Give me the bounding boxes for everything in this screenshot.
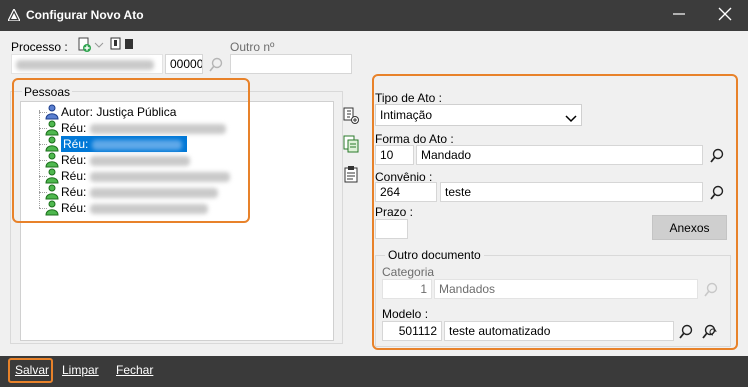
- limpar-button[interactable]: Limpar: [62, 363, 99, 377]
- search-icon[interactable]: [208, 57, 224, 76]
- outro-numero-label: Outro nº: [230, 40, 275, 54]
- processo-suffix-input[interactable]: 00000: [165, 54, 203, 74]
- highlight-pessoas: [12, 78, 250, 223]
- close-button[interactable]: [702, 0, 748, 31]
- clipboard-icon[interactable]: [342, 165, 360, 183]
- outro-numero-input[interactable]: [230, 54, 352, 74]
- processo-number-input[interactable]: [11, 54, 163, 74]
- fechar-button[interactable]: Fechar: [116, 363, 153, 377]
- highlight-salvar: [8, 358, 53, 383]
- main-panel: Processo : 00000 Outro nº Pessoas Autor:…: [0, 31, 748, 356]
- person-add-icon[interactable]: [342, 107, 360, 125]
- processo-label: Processo :: [11, 40, 68, 54]
- title-bar: Configurar Novo Ato: [0, 0, 748, 31]
- footer-bar: Salvar Limpar Fechar: [0, 356, 748, 387]
- bookmark-icon[interactable]: [110, 37, 134, 54]
- close-icon: [718, 7, 732, 24]
- chevron-down-icon[interactable]: [94, 39, 104, 53]
- minimize-button[interactable]: [656, 0, 702, 31]
- window-title: Configurar Novo Ato: [26, 8, 144, 22]
- highlight-ato: [372, 74, 738, 350]
- triangle-logo-icon: [7, 7, 21, 24]
- document-edit-icon[interactable]: [342, 135, 360, 153]
- minimize-icon: [673, 8, 685, 23]
